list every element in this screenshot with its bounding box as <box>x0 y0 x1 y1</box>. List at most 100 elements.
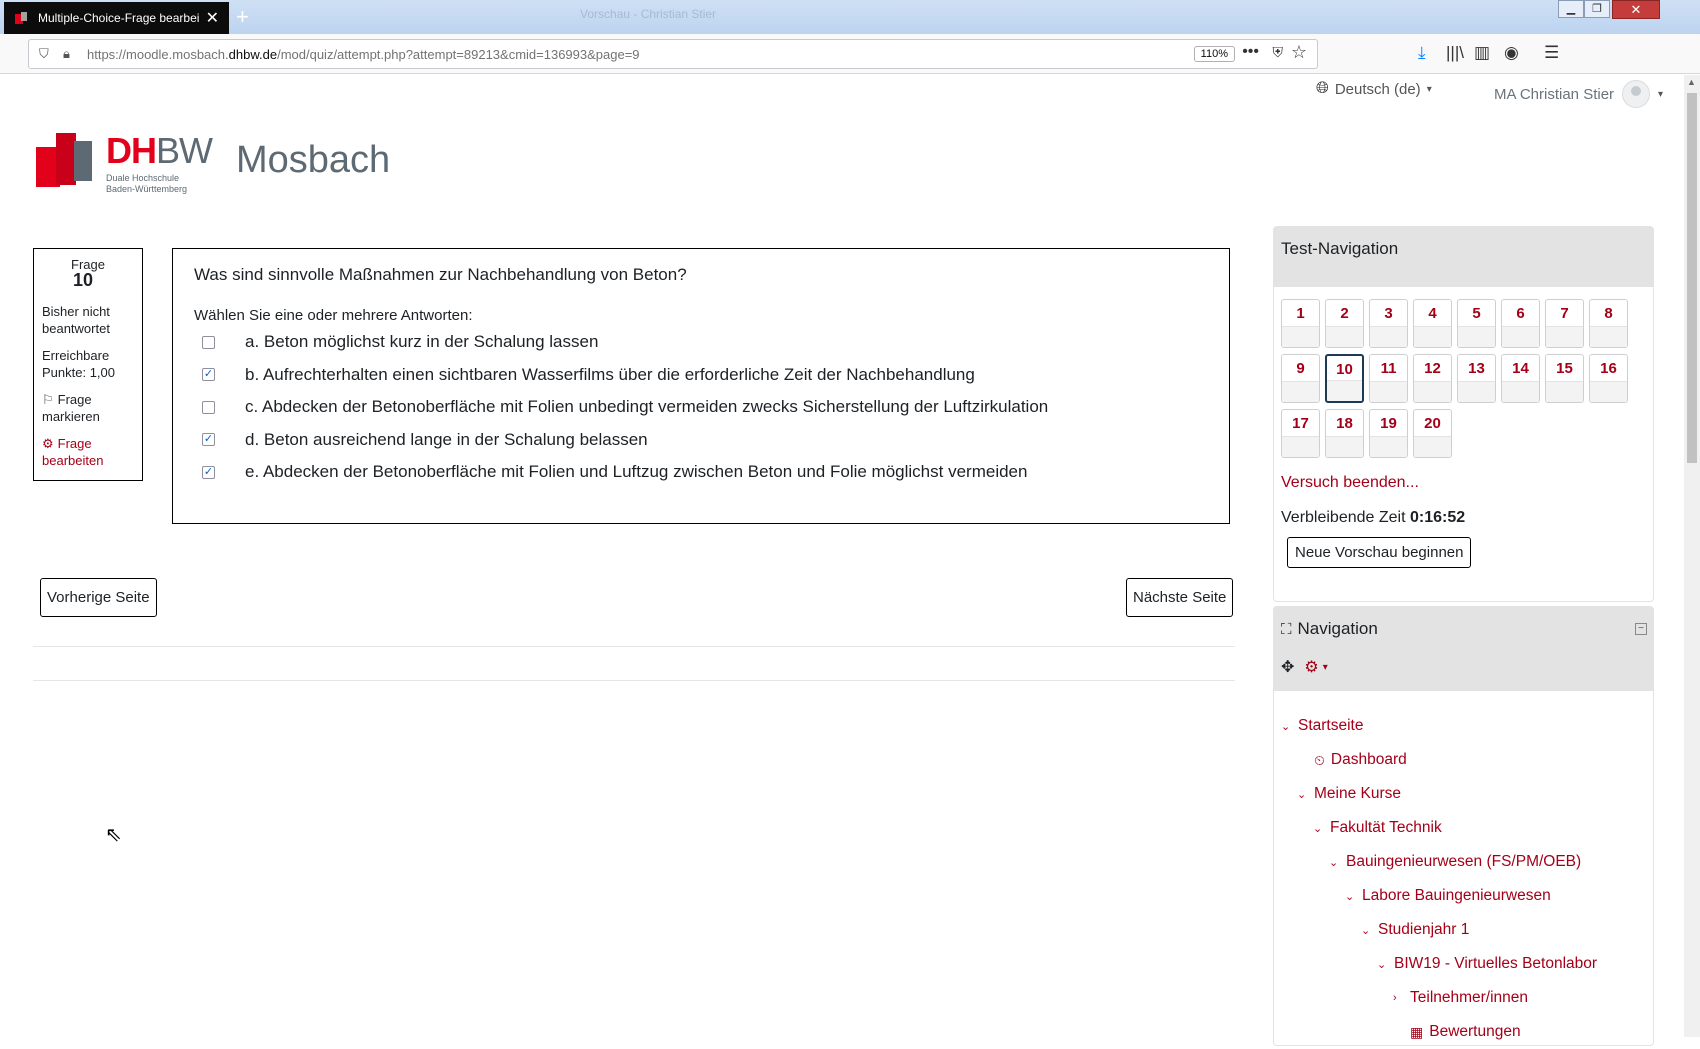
question-nav-button[interactable]: 18 <box>1325 409 1364 458</box>
question-nav-button[interactable]: 8 <box>1589 299 1628 348</box>
question-nav-button[interactable]: 5 <box>1457 299 1496 348</box>
sitemap-icon: ⛶ <box>1281 620 1292 638</box>
answer-label: c. Abdecken der Betonoberfläche mit Foli… <box>245 397 1049 417</box>
gear-icon: ⚙ <box>42 436 54 451</box>
navigation-tree: ⌄ Startseite ⏲ Dashboard ⌄ Meine Kurse ⌄ Fakult… <box>1274 691 1653 1049</box>
question-number: 10 <box>72 270 94 290</box>
sidebar-icon[interactable]: ▥ <box>1474 43 1490 63</box>
address-bar[interactable]: ⛉ 🔒︎ https://moodle.mosbach.dhbw.de/mod/… <box>28 39 1318 69</box>
nav-tree-item[interactable]: ⌄ Bauingenieurwesen (FS/PM/OEB) <box>1274 845 1653 879</box>
flag-icon: ⚐ <box>42 392 54 407</box>
browser-tab[interactable]: Multiple-Choice-Frage bearbei ✕ <box>4 2 229 34</box>
collapse-icon[interactable]: − <box>1635 623 1647 635</box>
nav-tree-label: Studienjahr 1 <box>1378 921 1470 938</box>
nav-tree-label: BIW19 - Virtuelles Betonlabor <box>1394 955 1598 972</box>
caret-down-icon: ▾ <box>1658 88 1664 100</box>
restore-icon[interactable]: ❐ <box>1584 0 1610 18</box>
question-nav-button[interactable]: 3 <box>1369 299 1408 348</box>
window-close-icon[interactable]: ✕ <box>1612 0 1660 19</box>
lock-icon[interactable]: 🔒︎ <box>63 46 79 62</box>
download-icon[interactable]: ⤓ <box>1418 43 1426 63</box>
question-nav-button[interactable]: 19 <box>1369 409 1408 458</box>
mouse-cursor-icon: ⇖ <box>105 824 122 846</box>
answer-option[interactable]: b. Aufrechterhalten einen sichtbaren Was… <box>194 359 1208 392</box>
close-icon[interactable]: ✕ <box>206 8 219 28</box>
url-text[interactable]: https://moodle.mosbach.dhbw.de/mod/quiz/… <box>87 47 640 62</box>
gear-icon[interactable]: ⚙ <box>1304 657 1318 677</box>
answer-option[interactable]: e. Abdecken der Betonoberfläche mit Foli… <box>194 456 1208 489</box>
move-icon[interactable]: ✥ <box>1281 657 1294 677</box>
scrollbar-thumb[interactable] <box>1687 93 1697 463</box>
previous-page-button[interactable]: Vorherige Seite <box>40 578 157 617</box>
divider <box>33 646 1235 647</box>
nav-tree-item[interactable]: ⏲ Dashboard <box>1274 743 1653 777</box>
answer-checkbox[interactable] <box>202 368 215 382</box>
favicon-icon <box>14 10 30 26</box>
nav-tree-item[interactable]: ⌄ Studienjahr 1 <box>1274 913 1653 947</box>
question-nav-button[interactable]: 16 <box>1589 354 1628 403</box>
new-tab-icon[interactable]: + <box>236 4 249 30</box>
chevron-down-icon[interactable]: ⌄ <box>1377 958 1394 971</box>
question-nav-button[interactable]: 12 <box>1413 354 1452 403</box>
question-nav-button[interactable]: 17 <box>1281 409 1320 458</box>
answer-checkbox[interactable] <box>202 335 215 349</box>
page-actions-icon[interactable]: ••• <box>1242 43 1259 61</box>
question-nav-button[interactable]: 7 <box>1545 299 1584 348</box>
nav-tree-item[interactable]: ⌄ Labore Bauingenieurwesen <box>1274 879 1653 913</box>
question-nav-button[interactable]: 11 <box>1369 354 1408 403</box>
language-menu[interactable]: 🌐︎ Deutsch (de) ▾ <box>1316 80 1432 98</box>
pocket-icon[interactable]: ⛨ <box>1273 44 1284 61</box>
question-nav-button[interactable]: 14 <box>1501 354 1540 403</box>
answer-checkbox[interactable] <box>202 465 215 479</box>
answer-checkbox[interactable] <box>202 433 215 447</box>
answer-option[interactable]: d. Beton ausreichend lange in der Schalu… <box>194 424 1208 457</box>
question-nav-button[interactable]: 6 <box>1501 299 1540 348</box>
question-nav-button[interactable]: 15 <box>1545 354 1584 403</box>
minimize-icon[interactable]: ▁ <box>1558 0 1584 18</box>
question-nav-button[interactable]: 1 <box>1281 299 1320 348</box>
window-controls: ▁ ❐ ✕ <box>1558 0 1660 19</box>
chevron-down-icon[interactable]: ⌄ <box>1281 720 1298 733</box>
nav-tree-item[interactable]: ⌄ Meine Kurse <box>1274 777 1653 811</box>
nav-tree-item[interactable]: › Teilnehmer/innen <box>1274 981 1653 1015</box>
caret-down-icon[interactable]: ▾ <box>1323 662 1328 673</box>
chevron-down-icon[interactable]: ⌄ <box>1361 924 1378 937</box>
user-menu[interactable]: MA Christian Stier ▾ <box>1494 80 1663 108</box>
language-label: Deutsch (de) <box>1334 80 1421 98</box>
chevron-down-icon[interactable]: ⌄ <box>1313 822 1330 835</box>
answer-checkbox[interactable] <box>202 400 215 414</box>
question-nav-button[interactable]: 2 <box>1325 299 1364 348</box>
question-nav-button[interactable]: 10 <box>1325 354 1364 403</box>
chevron-right-icon[interactable]: › <box>1393 992 1410 1004</box>
scroll-up-icon[interactable]: ▲ <box>1687 77 1696 87</box>
zoom-badge[interactable]: 110% <box>1193 46 1235 62</box>
page-scrollbar[interactable]: ▲ <box>1684 75 1700 1037</box>
flag-question-button[interactable]: ⚐ Frage markieren <box>42 391 134 425</box>
next-page-button[interactable]: Nächste Seite <box>1126 578 1234 617</box>
shield-icon[interactable]: ⛉ <box>39 46 55 62</box>
answer-option[interactable]: c. Abdecken der Betonoberfläche mit Foli… <box>194 391 1208 424</box>
chevron-down-icon[interactable]: ⌄ <box>1297 788 1314 801</box>
question-nav-button[interactable]: 13 <box>1457 354 1496 403</box>
new-preview-button[interactable]: Neue Vorschau beginnen <box>1287 537 1472 568</box>
nav-tree-item[interactable]: ⌄ Fakultät Technik <box>1274 811 1653 845</box>
edit-question-link[interactable]: ⚙ Frage bearbeiten <box>42 435 134 469</box>
finish-attempt-link[interactable]: Versuch beenden... <box>1274 458 1653 492</box>
nav-tree-item[interactable]: ⌄ BIW19 - Virtuelles Betonlabor <box>1274 947 1653 981</box>
library-icon[interactable]: |||\ <box>1446 43 1464 63</box>
question-nav-button[interactable]: 20 <box>1413 409 1452 458</box>
bookmark-star-icon[interactable]: ☆ <box>1291 42 1307 63</box>
divider <box>33 680 1235 681</box>
chevron-down-icon[interactable]: ⌄ <box>1345 890 1362 903</box>
account-icon[interactable]: ◉ <box>1504 43 1519 63</box>
nav-tree-item[interactable]: ⌄ Startseite <box>1274 709 1653 743</box>
chevron-down-icon[interactable]: ⌄ <box>1329 856 1346 869</box>
question-nav-button[interactable]: 9 <box>1281 354 1320 403</box>
site-logo[interactable]: DHBW Duale Hochschule Baden-Württemberg … <box>36 133 390 203</box>
question-nav-button[interactable]: 4 <box>1413 299 1452 348</box>
answer-prompt: Wählen Sie eine oder mehrere Antworten: <box>194 307 473 324</box>
answer-label: e. Abdecken der Betonoberfläche mit Foli… <box>245 462 1028 482</box>
menu-icon[interactable]: ☰ <box>1544 43 1559 63</box>
answer-option[interactable]: a. Beton möglichst kurz in der Schalung … <box>194 326 1208 359</box>
nav-tree-item[interactable]: ▦ Bewertungen <box>1274 1015 1653 1049</box>
